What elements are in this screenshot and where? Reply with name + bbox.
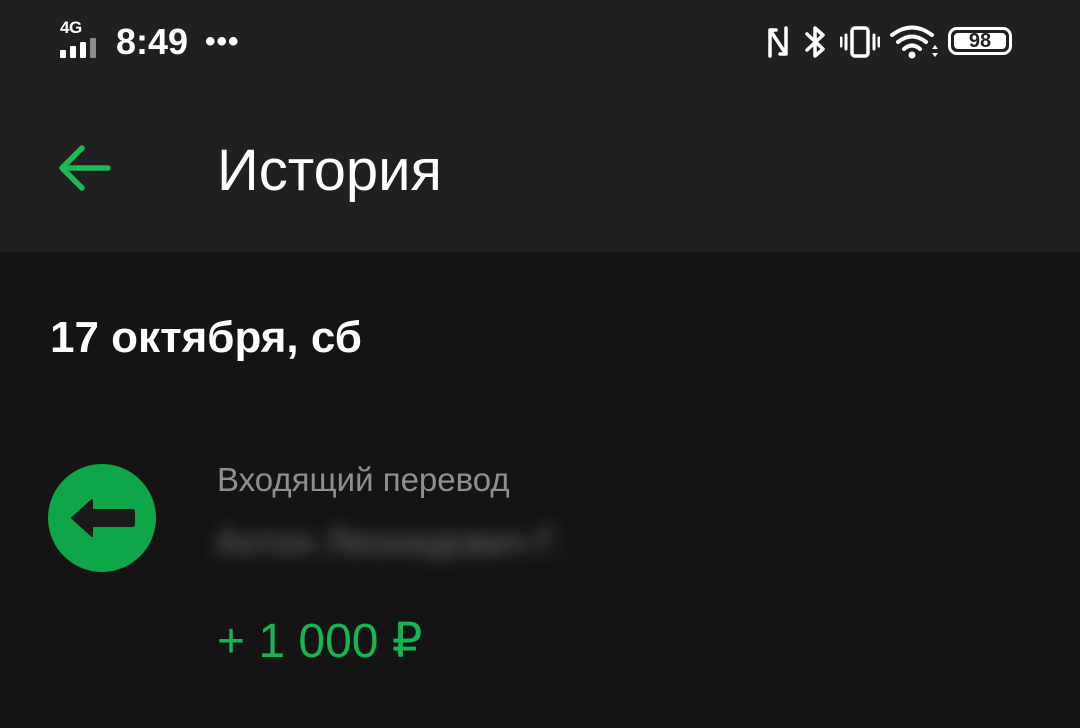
bluetooth-icon — [805, 26, 825, 58]
back-button[interactable] — [42, 128, 126, 208]
battery-nub — [948, 27, 953, 39]
more-notifications-icon: ••• — [205, 25, 240, 58]
page-title: История — [217, 138, 442, 203]
transaction-item[interactable]: Входящий перевод Антон Леонидович Г. + 1… — [0, 452, 1080, 692]
transaction-amount: + 1 000 ₽ — [217, 615, 423, 668]
arrow-left-icon — [59, 145, 111, 191]
cellular-signal-icon: 4G — [60, 18, 104, 58]
battery-level: 98 — [968, 30, 992, 52]
status-time: 8:49 — [116, 21, 189, 62]
app-header: История — [0, 84, 1080, 252]
network-type-label: 4G — [60, 18, 82, 37]
vibrate-icon — [840, 26, 880, 58]
incoming-transfer-icon — [48, 464, 156, 572]
wifi-icon — [890, 25, 938, 59]
history-list: 17 октября, сб Входящий перевод Антон Ле… — [0, 252, 1080, 728]
battery-icon: 98 — [948, 27, 1012, 55]
transaction-counterparty: Антон Леонидович Г. — [215, 521, 563, 562]
transaction-type: Входящий перевод — [217, 461, 510, 498]
date-heading: 17 октября, сб — [50, 313, 362, 362]
nfc-icon — [768, 26, 788, 58]
status-bar: 4G 8:49 ••• 98 — [0, 0, 1080, 84]
